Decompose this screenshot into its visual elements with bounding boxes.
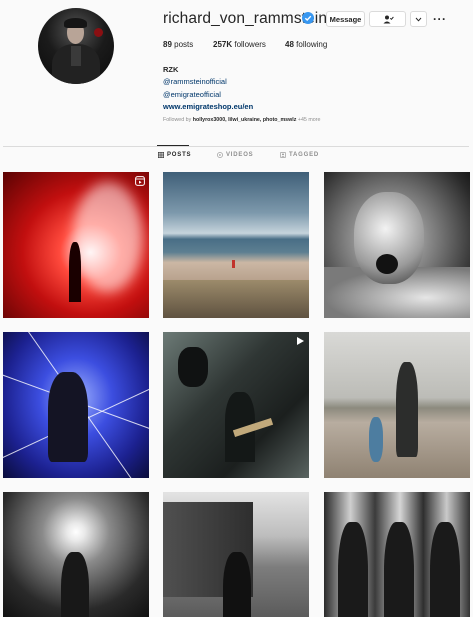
chevron-down-icon — [415, 17, 422, 22]
tab-tagged[interactable]: TAGGED — [280, 152, 319, 158]
reel-icon — [135, 176, 145, 186]
profile-avatar[interactable] — [38, 8, 114, 84]
tile-beach-person — [232, 260, 235, 268]
bio-mention-rammstein[interactable]: @rammsteinofficial — [163, 76, 253, 88]
grid-icon — [158, 152, 164, 158]
tile-mouth — [376, 254, 398, 274]
following-button[interactable] — [369, 11, 406, 27]
followed-by-names: hollyrox3000, lilwi_ukraine, photo_mswlz — [192, 117, 297, 123]
tile-smoke — [73, 182, 143, 292]
following-label: following — [296, 40, 328, 49]
tab-posts[interactable]: POSTS — [158, 152, 191, 158]
posts-count: 89 posts — [163, 40, 193, 49]
posts-label: posts — [174, 40, 194, 49]
tile-figure — [338, 522, 368, 617]
tab-posts-label: POSTS — [167, 152, 192, 158]
post-tile[interactable] — [3, 332, 149, 478]
post-tile[interactable] — [324, 332, 470, 478]
post-tile[interactable] — [163, 492, 309, 617]
tile-figure — [430, 522, 460, 617]
active-tab-indicator — [157, 145, 189, 146]
tab-tagged-label: TAGGED — [289, 152, 320, 158]
post-tile[interactable] — [324, 492, 470, 617]
post-tile[interactable] — [163, 172, 309, 318]
profile-bio: RZK @rammsteinofficial @emigrateofficial… — [163, 64, 253, 113]
bio-mention-emigrate[interactable]: @emigrateofficial — [163, 89, 253, 101]
tab-videos[interactable]: VIDEOS — [217, 152, 253, 158]
tile-figure — [69, 242, 81, 302]
tile-figure — [223, 552, 251, 617]
tile-figure — [178, 347, 208, 387]
post-tile[interactable] — [3, 492, 149, 617]
followed-by-prefix: Followed by — [163, 117, 192, 123]
tile-figure — [384, 522, 414, 617]
posts-grid — [3, 172, 470, 617]
followers-value: 257K — [213, 40, 233, 49]
following-value: 48 — [285, 40, 294, 49]
following-count[interactable]: 48 following — [285, 40, 327, 49]
post-tile[interactable] — [324, 172, 470, 318]
avatar-shirt — [71, 46, 81, 66]
post-tile[interactable] — [3, 172, 149, 318]
avatar-hair — [64, 18, 87, 28]
video-icon — [297, 337, 304, 345]
tile-guitarist — [48, 372, 88, 462]
profile-tabs: POSTS VIDEOS TAGGED — [0, 152, 473, 164]
bio-website-link[interactable]: www.emigrateshop.eu/en — [163, 101, 253, 113]
person-check-icon — [383, 15, 394, 23]
tile-child-figure — [369, 417, 383, 462]
more-options-icon[interactable]: ··· — [433, 12, 447, 26]
tabs-divider — [3, 146, 469, 147]
tab-videos-label: VIDEOS — [226, 152, 254, 158]
avatar-rose — [94, 28, 103, 37]
followed-by[interactable]: Followed by hollyrox3000, lilwi_ukraine,… — [163, 117, 320, 123]
followed-by-more: +45 more — [297, 117, 321, 123]
verified-badge-icon — [302, 12, 314, 24]
profile-header: richard_von_rammstein Message ··· 89 pos… — [0, 0, 473, 140]
tagged-icon — [280, 152, 286, 158]
posts-value: 89 — [163, 40, 172, 49]
followers-count[interactable]: 257K followers — [213, 40, 266, 49]
tile-figure — [61, 552, 89, 617]
tile-adult-figure — [396, 362, 418, 457]
suggested-accounts-button[interactable] — [410, 11, 427, 27]
video-icon — [217, 152, 223, 158]
profile-full-name: RZK — [163, 65, 179, 74]
followers-label: followers — [234, 40, 266, 49]
post-tile[interactable] — [163, 332, 309, 478]
message-button[interactable]: Message — [326, 11, 365, 27]
tile-dune-grass — [163, 280, 309, 318]
